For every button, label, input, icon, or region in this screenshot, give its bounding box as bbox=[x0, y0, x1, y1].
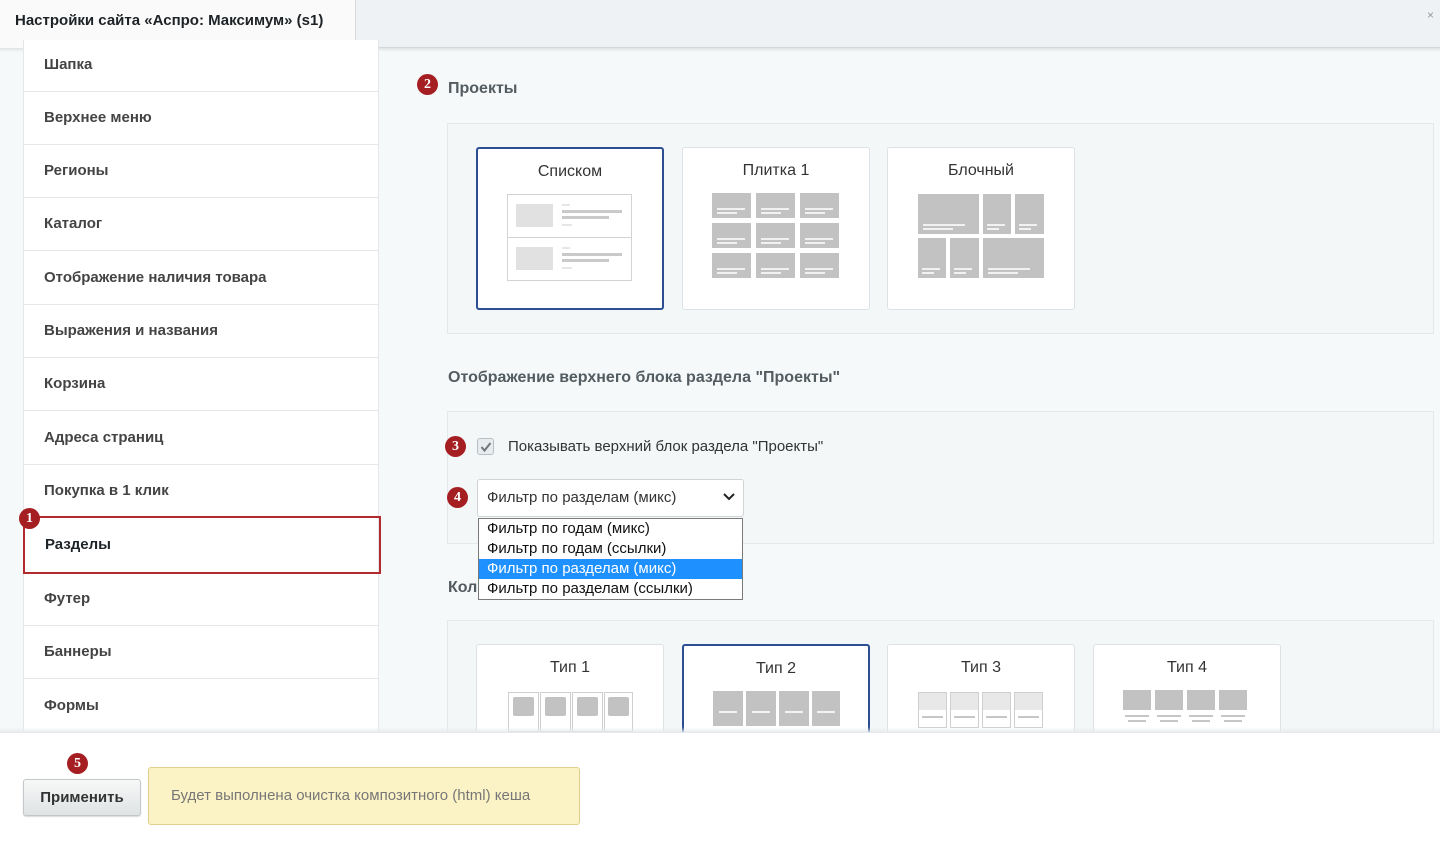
top-block-filter-select[interactable]: Фильтр по разделам (микс) bbox=[477, 479, 744, 517]
sidebar-item-label: Отображение наличия товара bbox=[44, 269, 267, 286]
dropdown-option-highlighted[interactable]: Фильтр по разделам (микс) bbox=[479, 559, 742, 579]
close-icon[interactable]: × bbox=[1427, 8, 1434, 22]
type-1-thumbnail bbox=[508, 692, 633, 732]
sidebar-item-label: Корзина bbox=[44, 375, 106, 392]
sidebar-item-label: Футер bbox=[44, 590, 91, 607]
type-option-label: Тип 1 bbox=[549, 659, 590, 676]
sidebar-item-label: Регионы bbox=[44, 162, 109, 179]
sidebar-item-label: Каталог bbox=[44, 215, 103, 232]
projects-view-panel: Списком Плитка 1 Блочный bbox=[447, 123, 1434, 334]
sidebar-item-one-click[interactable]: Покупка в 1 клик bbox=[24, 465, 378, 518]
type-option-label: Тип 4 bbox=[1166, 659, 1207, 676]
type-option-2[interactable]: Тип 2 bbox=[682, 644, 870, 739]
apply-button[interactable]: Применить bbox=[23, 779, 141, 816]
sidebar-item-label: Покупка в 1 клик bbox=[44, 482, 169, 499]
block-view-thumbnail bbox=[918, 194, 1044, 278]
type-option-label: Тип 3 bbox=[960, 659, 1001, 676]
sidebar-item-label: Разделы bbox=[45, 536, 111, 553]
type-option-label: Тип 2 bbox=[755, 660, 796, 677]
view-option-tile[interactable]: Плитка 1 bbox=[682, 147, 870, 310]
checkmark-icon bbox=[480, 442, 492, 453]
settings-tab-title: Настройки сайта «Аспро: Максимум» (s1) bbox=[15, 12, 324, 29]
settings-sidebar: Шапка Верхнее меню Регионы Каталог Отобр… bbox=[23, 40, 381, 733]
type-3-thumbnail bbox=[918, 692, 1043, 728]
filter-dropdown-list: Фильтр по годам (микс) Фильтр по годам (… bbox=[478, 518, 743, 600]
view-option-label: Блочный bbox=[948, 162, 1014, 179]
sidebar-item-label: Верхнее меню bbox=[44, 109, 152, 126]
dropdown-option[interactable]: Фильтр по годам (ссылки) bbox=[479, 539, 742, 559]
sidebar-item-banners[interactable]: Баннеры bbox=[24, 626, 378, 679]
sidebar-item-page-addresses[interactable]: Адреса страниц bbox=[24, 412, 378, 465]
step-badge-1: 1 bbox=[19, 508, 40, 529]
sidebar-item-top-menu[interactable]: Верхнее меню bbox=[24, 92, 378, 145]
sidebar-item-regions[interactable]: Регионы bbox=[24, 145, 378, 198]
projects-section-title: Проекты bbox=[448, 80, 518, 97]
sidebar-item-label: Адреса страниц bbox=[44, 429, 164, 446]
sidebar-item-label: Формы bbox=[44, 697, 99, 714]
show-top-block-checkbox[interactable] bbox=[477, 438, 494, 455]
type-option-4[interactable]: Тип 4 bbox=[1093, 644, 1281, 739]
step-badge-2: 2 bbox=[417, 74, 438, 95]
view-option-block[interactable]: Блочный bbox=[887, 147, 1075, 310]
chevron-down-icon bbox=[723, 493, 735, 501]
sidebar-item-catalog[interactable]: Каталог bbox=[24, 198, 378, 251]
sidebar-item-label: Выражения и названия bbox=[44, 322, 218, 339]
dropdown-option[interactable]: Фильтр по разделам (ссылки) bbox=[479, 579, 742, 599]
type-2-thumbnail bbox=[713, 691, 840, 726]
sidebar-item-stock-display[interactable]: Отображение наличия товара bbox=[24, 252, 378, 305]
type-option-3[interactable]: Тип 3 bbox=[887, 644, 1075, 739]
select-value: Фильтр по разделам (микс) bbox=[487, 489, 677, 506]
sidebar-item-header[interactable]: Шапка bbox=[24, 40, 378, 92]
sidebar-item-footer[interactable]: Футер bbox=[24, 573, 378, 626]
types-panel: Тип 1 Тип 2 Тип 3 Тип 4 bbox=[447, 620, 1434, 739]
step-badge-3: 3 bbox=[445, 436, 466, 457]
tile-view-thumbnail bbox=[712, 193, 839, 278]
step-badge-4: 4 bbox=[447, 487, 468, 508]
sidebar-item-label: Баннеры bbox=[44, 643, 112, 660]
sidebar-item-cart[interactable]: Корзина bbox=[24, 358, 378, 411]
show-top-block-label: Показывать верхний блок раздела "Проекты… bbox=[508, 438, 824, 455]
dropdown-option[interactable]: Фильтр по годам (микс) bbox=[479, 519, 742, 539]
sidebar-item-phrases[interactable]: Выражения и названия bbox=[24, 305, 378, 358]
sidebar-item-sections[interactable]: Разделы bbox=[23, 516, 381, 574]
view-option-label: Плитка 1 bbox=[742, 162, 810, 179]
sidebar-item-forms[interactable]: Формы bbox=[24, 680, 378, 733]
top-block-section-title: Отображение верхнего блока раздела "Прое… bbox=[448, 369, 841, 386]
step-badge-5: 5 bbox=[67, 753, 88, 774]
list-view-thumbnail bbox=[507, 194, 632, 281]
type-4-thumbnail bbox=[1123, 690, 1247, 722]
type-option-1[interactable]: Тип 1 bbox=[476, 644, 664, 739]
types-section-title: Кол bbox=[448, 579, 478, 596]
view-option-list[interactable]: Списком bbox=[476, 147, 664, 310]
sidebar-item-label: Шапка bbox=[44, 56, 93, 73]
view-option-label: Списком bbox=[537, 163, 603, 180]
cache-notice: Будет выполнена очистка композитного (ht… bbox=[148, 767, 580, 825]
